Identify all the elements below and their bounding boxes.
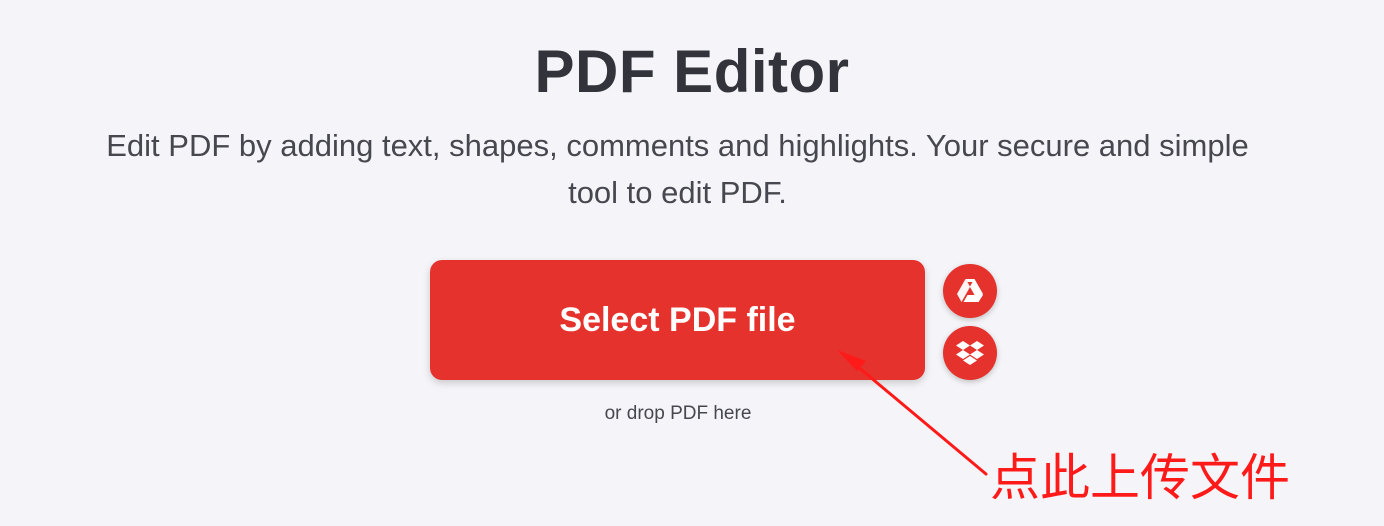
google-drive-icon (957, 279, 983, 302)
drop-pdf-hint: or drop PDF here (604, 403, 752, 424)
select-pdf-file-button[interactable]: Select PDF file (430, 260, 925, 380)
dropbox-button[interactable] (943, 326, 997, 380)
dropbox-icon (956, 341, 984, 365)
annotation-upload-hint: 点此上传文件 (990, 449, 1290, 507)
google-drive-button[interactable] (943, 264, 997, 318)
page-title: PDF Editor (534, 38, 850, 105)
page-subtitle: Edit PDF by adding text, shapes, comment… (106, 128, 1249, 210)
